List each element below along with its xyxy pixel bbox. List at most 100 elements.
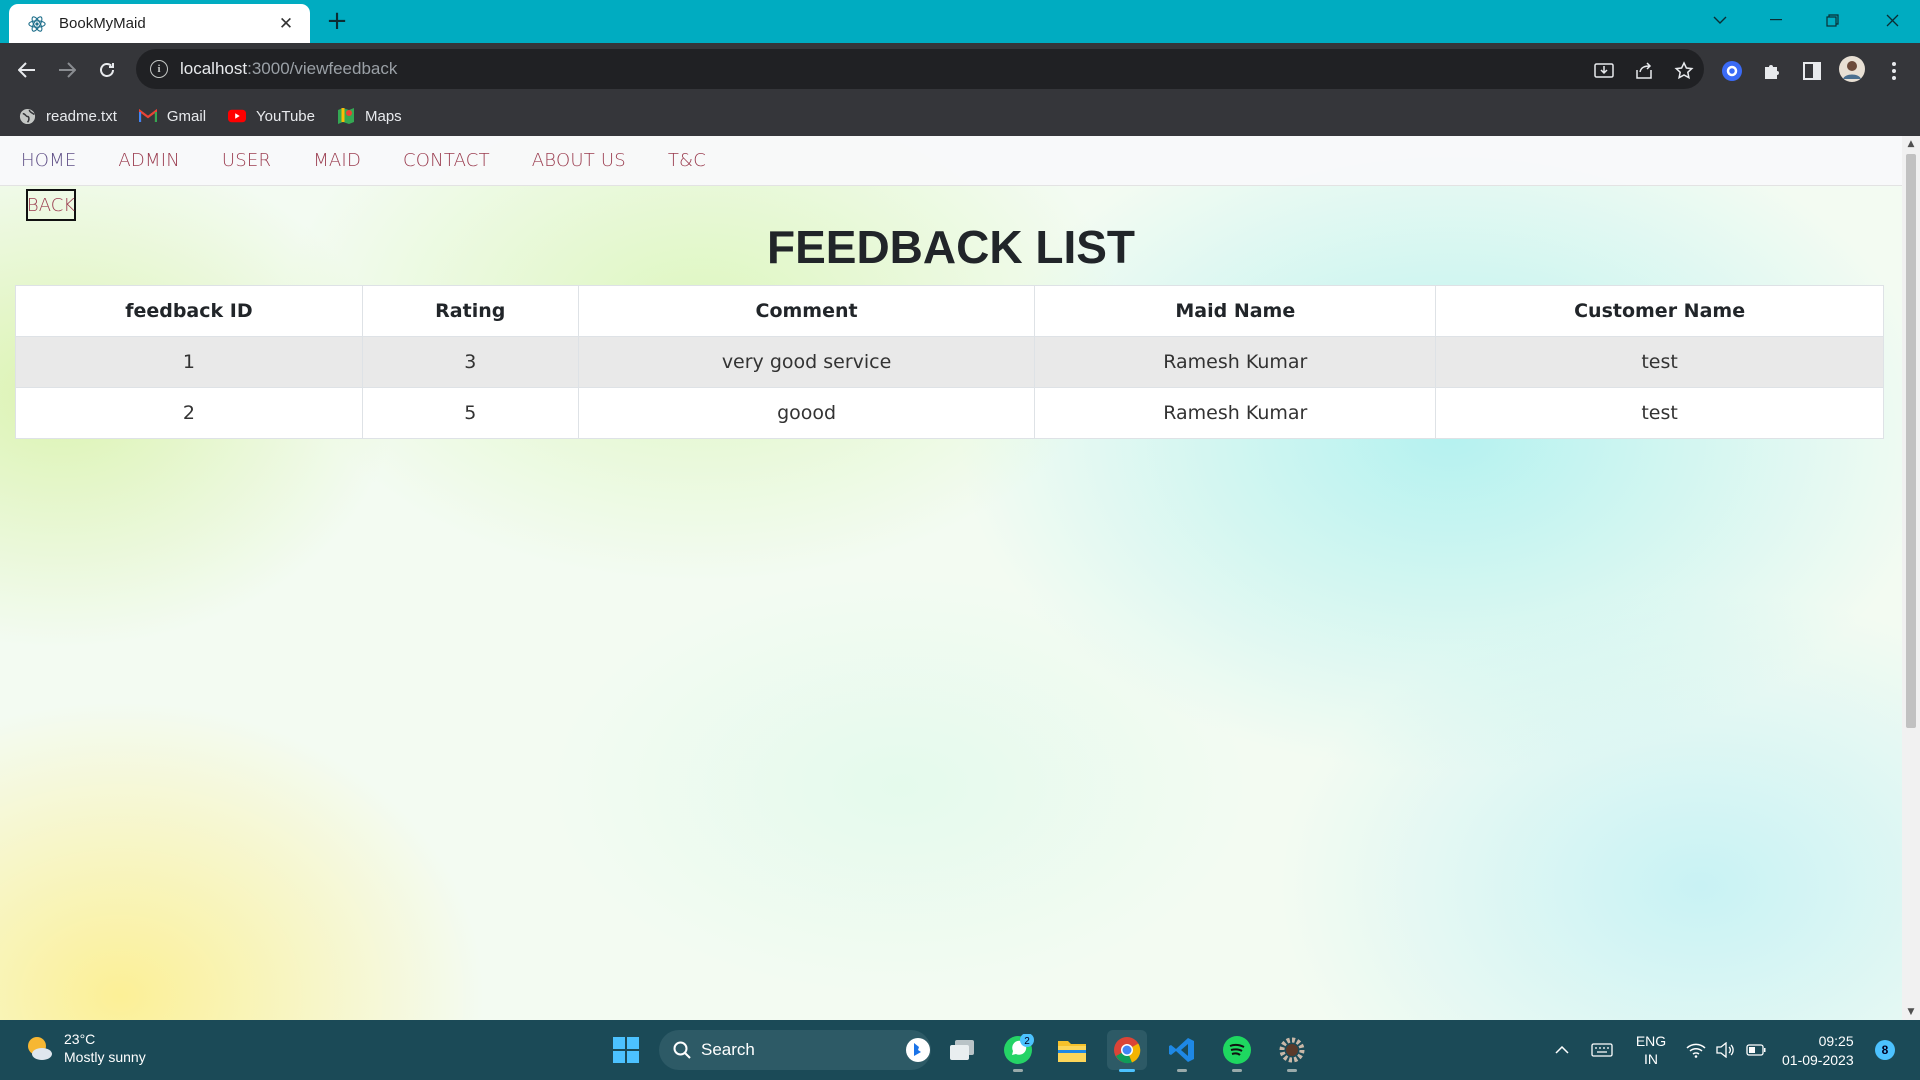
header-customer-name: Customer Name — [1435, 285, 1884, 337]
tab-title: BookMyMaid — [59, 15, 146, 32]
url-path: :3000/viewfeedback — [247, 59, 398, 78]
nav-contact[interactable]: CONTACT — [403, 150, 490, 171]
extension-circle-icon[interactable] — [1718, 57, 1746, 85]
wifi-icon[interactable] — [1684, 1030, 1708, 1070]
new-tab-button[interactable]: + — [322, 6, 352, 36]
vscode-icon[interactable] — [1162, 1030, 1202, 1072]
restore-button[interactable] — [1804, 0, 1860, 40]
globe-icon — [18, 107, 36, 125]
browser-tab[interactable]: BookMyMaid ✕ — [9, 4, 310, 43]
forward-arrow-icon[interactable] — [50, 53, 84, 87]
clock-time: 09:25 — [1818, 1033, 1854, 1049]
feedback-table: feedback ID Rating Comment Maid Name Cus… — [15, 285, 1884, 439]
nav-admin[interactable]: ADMIN — [118, 150, 179, 171]
address-bar[interactable]: i localhost:3000/viewfeedback — [136, 49, 1704, 89]
side-panel-icon[interactable] — [1798, 57, 1826, 85]
page-title: FEEDBACK LIST — [767, 221, 1135, 273]
site-info-icon[interactable]: i — [150, 60, 168, 78]
nav-about-us[interactable]: ABOUT US — [532, 150, 626, 171]
cell-rating: 3 — [361, 336, 579, 388]
partly-sunny-icon — [28, 1037, 52, 1060]
share-icon[interactable] — [1632, 59, 1656, 83]
page-scrollbar[interactable]: ▲ ▼ — [1902, 136, 1920, 1020]
cell-feedback-id: 1 — [15, 336, 363, 388]
volume-icon[interactable] — [1714, 1030, 1738, 1070]
nav-home[interactable]: HOME — [21, 150, 76, 171]
windows-taskbar: 23°C Mostly sunny Search 2 ENG IN 09:25 … — [0, 1020, 1920, 1080]
task-view-icon[interactable] — [942, 1030, 982, 1070]
cell-customer-name: test — [1435, 336, 1884, 388]
bing-chat-icon[interactable] — [905, 1037, 931, 1063]
bookmark-label: Gmail — [166, 107, 207, 125]
nav-terms[interactable]: T&C — [668, 150, 706, 171]
search-icon — [673, 1041, 691, 1059]
gmail-icon — [138, 107, 157, 125]
show-hidden-icons-chevron-icon[interactable] — [1550, 1030, 1574, 1070]
header-maid-name: Maid Name — [1034, 285, 1437, 337]
back-arrow-icon[interactable] — [10, 53, 44, 87]
chrome-menu-icon[interactable] — [1880, 57, 1908, 85]
browser-toolbar: i localhost:3000/viewfeedback — [0, 43, 1920, 96]
bookmark-readme[interactable]: readme.txt — [18, 107, 117, 125]
cell-maid-name: Ramesh Kumar — [1034, 387, 1437, 439]
extensions-puzzle-icon[interactable] — [1758, 57, 1786, 85]
table-row: 1 3 very good service Ramesh Kumar test — [15, 336, 1884, 388]
back-button[interactable]: BACK — [26, 189, 76, 221]
whatsapp-badge: 2 — [1024, 1036, 1030, 1047]
bookmarks-bar: readme.txt Gmail YouTube Maps — [0, 96, 1920, 136]
running-indicator — [1287, 1069, 1297, 1072]
scrollbar-thumb[interactable] — [1906, 154, 1916, 728]
browser-tab-strip: BookMyMaid ✕ + — [0, 0, 1920, 43]
header-comment: Comment — [577, 285, 1036, 337]
battery-icon[interactable] — [1744, 1030, 1768, 1070]
react-favicon-icon — [27, 14, 47, 34]
cell-comment: goood — [577, 387, 1036, 439]
taskbar-search[interactable]: Search — [659, 1030, 931, 1070]
header-rating: Rating — [361, 285, 579, 337]
cell-comment: very good service — [577, 336, 1036, 388]
youtube-icon — [228, 107, 247, 125]
running-indicator — [1177, 1069, 1187, 1072]
install-app-icon[interactable] — [1592, 59, 1616, 83]
scroll-up-arrow-icon[interactable]: ▲ — [1902, 136, 1920, 152]
maps-icon — [337, 107, 355, 125]
spotify-icon[interactable] — [1217, 1030, 1257, 1072]
chrome-icon[interactable] — [1107, 1030, 1147, 1072]
url-host: localhost — [180, 59, 248, 78]
scroll-down-arrow-icon[interactable]: ▼ — [1902, 1004, 1920, 1020]
cell-customer-name: test — [1435, 387, 1884, 439]
bookmark-gmail[interactable]: Gmail — [138, 107, 207, 125]
bookmark-label: readme.txt — [46, 107, 117, 125]
keyboard-icon[interactable] — [1589, 1030, 1615, 1070]
minimize-button[interactable] — [1748, 0, 1804, 40]
search-label: Search — [701, 1040, 755, 1059]
weather-desc: Mostly sunny — [64, 1049, 146, 1065]
running-indicator — [1232, 1069, 1242, 1072]
cell-maid-name: Ramesh Kumar — [1034, 336, 1437, 388]
tab-search-chevron-icon[interactable] — [1692, 0, 1748, 40]
bookmark-youtube[interactable]: YouTube — [228, 107, 315, 125]
bookmark-maps[interactable]: Maps — [337, 107, 402, 125]
close-window-button[interactable] — [1864, 0, 1920, 40]
weather-widget[interactable]: 23°C Mostly sunny — [24, 1030, 146, 1066]
bookmark-star-icon[interactable] — [1672, 59, 1696, 83]
cell-feedback-id: 2 — [15, 387, 363, 439]
reload-icon[interactable] — [90, 53, 124, 87]
nav-user[interactable]: USER — [222, 150, 271, 171]
file-explorer-icon[interactable] — [1052, 1030, 1092, 1070]
tab-close-icon[interactable]: ✕ — [276, 14, 296, 34]
system-clock[interactable]: 09:25 01-09-2023 — [1782, 1032, 1854, 1070]
profile-avatar[interactable] — [1838, 55, 1866, 83]
site-navbar: HOME ADMIN USER MAID CONTACT ABOUT US T&… — [0, 136, 1902, 186]
start-windows-icon[interactable] — [606, 1030, 646, 1070]
language-indicator[interactable]: ENG IN — [1628, 1030, 1674, 1070]
notification-badge[interactable]: 8 — [1875, 1040, 1895, 1060]
running-indicator — [1119, 1069, 1135, 1072]
lang-secondary: IN — [1644, 1051, 1658, 1067]
clock-date: 01-09-2023 — [1782, 1052, 1854, 1068]
table-row: 2 5 goood Ramesh Kumar test — [15, 387, 1884, 439]
settings-gear-icon[interactable] — [1272, 1030, 1312, 1072]
bookmark-label: YouTube — [256, 107, 315, 125]
nav-maid[interactable]: MAID — [313, 150, 361, 171]
whatsapp-icon[interactable]: 2 — [998, 1030, 1038, 1072]
